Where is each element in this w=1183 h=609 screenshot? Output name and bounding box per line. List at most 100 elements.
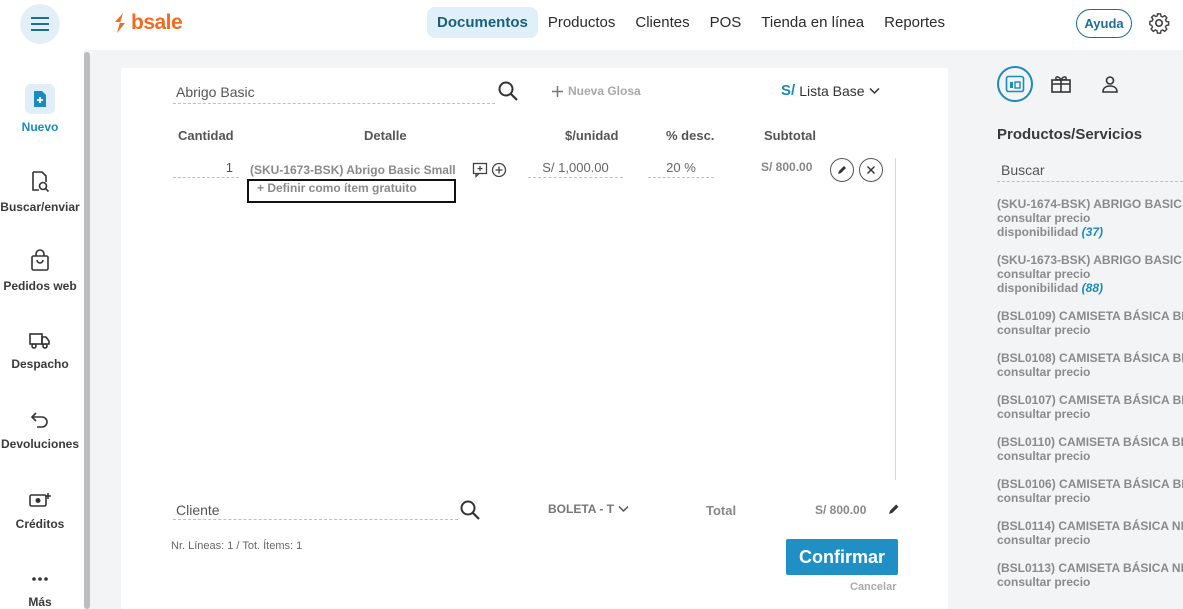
availability-count[interactable]: (88) [1082, 281, 1103, 295]
product-name: (BSL0110) CAMISETA BÁSICA BLA [997, 435, 1183, 449]
free-item-link[interactable]: + Definir como ítem gratuito [247, 179, 456, 203]
list-item[interactable]: (BSL0108) CAMISETA BÁSICA BLA consultar … [997, 351, 1183, 379]
client-search-button[interactable] [459, 499, 481, 526]
product-availability: disponibilidad (88) [997, 281, 1183, 295]
tab-gifts[interactable] [1050, 74, 1072, 94]
list-item[interactable]: (BSL0113) CAMISETA BÁSICA NEG consultar … [997, 561, 1183, 589]
product-search-input[interactable]: Abrigo Basic [173, 84, 495, 104]
product-price-link[interactable]: consultar precio [997, 323, 1183, 337]
list-item[interactable]: (BSL0107) CAMISETA BÁSICA BLA consultar … [997, 393, 1183, 421]
sidebar-item-devoluciones[interactable]: Devoluciones [0, 409, 80, 451]
sidebar-item-mas[interactable]: Más [0, 569, 80, 609]
sidebar-item-buscar[interactable]: Buscar/enviar [0, 170, 80, 214]
bsale-logo-icon [115, 13, 125, 33]
settings-button[interactable] [1148, 12, 1170, 39]
hamburger-icon [31, 17, 49, 31]
line-edit-button[interactable] [830, 158, 854, 182]
line-unit-price-input[interactable]: S/ 1,000.00 [528, 160, 623, 178]
plus-icon [552, 85, 563, 97]
product-name: (BSL0106) CAMISETA BÁSICA BLA [997, 477, 1183, 491]
nav-pos[interactable]: POS [700, 7, 752, 38]
product-price-link[interactable]: consultar precio [997, 407, 1183, 421]
total-label: Total [706, 503, 737, 518]
column-detalle: Detalle [364, 128, 407, 143]
nav-reportes[interactable]: Reportes [874, 7, 955, 38]
pencil-icon [889, 504, 899, 514]
search-icon [498, 81, 518, 101]
column-unit-price: $/unidad [565, 128, 619, 143]
cancel-link[interactable]: Cancelar [850, 581, 896, 593]
client-input[interactable]: Cliente [173, 502, 458, 520]
line-quantity-input[interactable]: 1 [173, 160, 239, 178]
total-edit-button[interactable] [887, 502, 901, 521]
column-discount: % desc. [666, 128, 715, 143]
close-icon [867, 166, 875, 174]
product-search-button[interactable] [497, 80, 519, 107]
line-detail: (SKU-1673-BSK) Abrigo Basic Small [250, 163, 456, 177]
search-icon [460, 500, 480, 520]
credit-icon [0, 489, 80, 511]
product-list-icon [1005, 75, 1025, 93]
nav-clientes[interactable]: Clientes [625, 7, 699, 38]
nav-tienda[interactable]: Tienda en línea [751, 7, 874, 38]
product-price-link[interactable]: consultar precio [997, 267, 1183, 281]
product-price-link[interactable]: consultar precio [997, 575, 1183, 589]
nav-documentos[interactable]: Documentos [427, 7, 538, 38]
product-price-link[interactable]: consultar precio [997, 211, 1183, 225]
products-list: (SKU-1674-BSK) ABRIGO BASIC M consultar … [997, 197, 1183, 603]
product-name: (SKU-1673-BSK) ABRIGO BASIC SM [997, 253, 1183, 267]
products-search-input[interactable]: Buscar [997, 162, 1183, 182]
sidebar-item-label: Buscar/enviar [0, 200, 80, 214]
product-price-link[interactable]: consultar precio [997, 365, 1183, 379]
logo-text: bsale [131, 11, 183, 34]
product-name: (SKU-1674-BSK) ABRIGO BASIC M [997, 197, 1183, 211]
product-name: (BSL0107) CAMISETA BÁSICA BLA [997, 393, 1183, 407]
product-price-link[interactable]: consultar precio [997, 533, 1183, 547]
bsale-logo[interactable]: bsale [112, 11, 183, 35]
list-item[interactable]: (BSL0106) CAMISETA BÁSICA BLA consultar … [997, 477, 1183, 505]
add-comment-icon[interactable] [472, 162, 488, 178]
list-item[interactable]: (SKU-1673-BSK) ABRIGO BASIC SM consultar… [997, 253, 1183, 295]
sidebar-scrollbar[interactable] [84, 52, 90, 609]
sidebar-item-creditos[interactable]: Créditos [0, 489, 80, 531]
line-count-summary: Nr. Líneas: 1 / Tot. Ítems: 1 [171, 540, 303, 552]
line-delete-button[interactable] [859, 158, 883, 182]
sidebar-item-label: Pedidos web [3, 279, 77, 293]
more-icon [0, 569, 80, 589]
products-panel-title: Productos/Servicios [997, 126, 1143, 143]
help-button[interactable]: Ayuda [1076, 9, 1132, 38]
sidebar-item-nuevo[interactable]: Nuevo [0, 84, 80, 134]
price-list-label: Lista Base [799, 82, 865, 99]
product-price-link[interactable]: consultar precio [997, 449, 1183, 463]
return-icon [0, 409, 80, 431]
new-gloss-button[interactable]: Nueva Glosa [551, 84, 641, 98]
availability-label: disponibilidad [997, 281, 1079, 295]
availability-label: disponibilidad [997, 225, 1079, 239]
tab-client[interactable] [1100, 74, 1120, 94]
list-item[interactable]: (BSL0114) CAMISETA BÁSICA NEG consultar … [997, 519, 1183, 547]
sidebar-item-despacho[interactable]: Despacho [0, 329, 80, 371]
product-price-link[interactable]: consultar precio [997, 491, 1183, 505]
list-item[interactable]: (SKU-1674-BSK) ABRIGO BASIC M consultar … [997, 197, 1183, 239]
new-gloss-label: Nueva Glosa [568, 84, 641, 98]
document-type-select[interactable]: BOLETA - T [548, 502, 629, 516]
currency-symbol: S/ [781, 82, 796, 99]
total-value: S/ 800.00 [815, 503, 867, 517]
price-list-select[interactable]: S/ Lista Base [781, 82, 880, 99]
line-subtotal: S/ 800.00 [761, 160, 813, 174]
chevron-down-icon [869, 87, 880, 94]
tab-products[interactable] [997, 66, 1033, 102]
confirm-button[interactable]: Confirmar [786, 539, 898, 575]
availability-count[interactable]: (37) [1082, 225, 1103, 239]
line-discount-input[interactable]: 20 % [648, 160, 714, 178]
document-type-label: BOLETA - T [548, 502, 614, 516]
menu-button[interactable] [20, 4, 60, 44]
add-circle-icon[interactable] [491, 162, 507, 178]
list-item[interactable]: (BSL0110) CAMISETA BÁSICA BLA consultar … [997, 435, 1183, 463]
list-item[interactable]: (BSL0109) CAMISETA BÁSICA BLA consultar … [997, 309, 1183, 337]
gift-icon [1051, 76, 1071, 93]
sidebar-item-pedidos-web[interactable]: Pedidos web [0, 249, 80, 293]
sidebar: Nuevo Buscar/enviar Pedidos web Despacho… [0, 50, 84, 609]
product-name: (BSL0109) CAMISETA BÁSICA BLA [997, 309, 1183, 323]
nav-productos[interactable]: Productos [538, 7, 626, 38]
